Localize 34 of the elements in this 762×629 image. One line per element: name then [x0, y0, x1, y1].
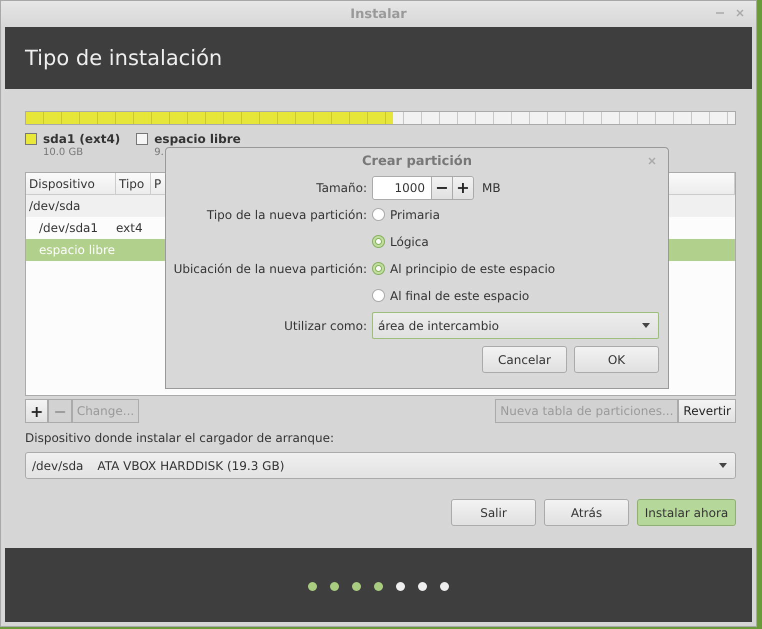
use-as-dropdown[interactable]: área de intercambio: [372, 312, 659, 339]
table-cell-text: /dev/sda: [28, 199, 82, 213]
page-title: Tipo de instalación: [25, 46, 222, 70]
type-label: Tipo de la nueva partición:: [206, 208, 367, 222]
legend-size: 10.0 GB: [43, 147, 84, 158]
ok-button[interactable]: OK: [574, 346, 659, 373]
radio-option[interactable]: Al final de este espacio: [372, 288, 659, 302]
revert-button[interactable]: Revertir: [678, 399, 736, 423]
table-cell-text: ext4: [116, 221, 144, 235]
use-as-label: Utilizar como:: [283, 318, 367, 332]
size-unit: MB: [482, 180, 501, 194]
back-button[interactable]: Atrás: [544, 499, 629, 526]
bootloader-label: Dispositivo donde instalar el cargador de arranque:: [25, 431, 336, 445]
radio-option[interactable]: Al principio de este espacio: [372, 262, 659, 276]
close-icon[interactable]: [648, 157, 656, 165]
table-cell-text: /dev/sda1: [38, 221, 100, 235]
legend-size: 9.: [154, 147, 165, 158]
close-icon[interactable]: [736, 9, 744, 17]
caret-icon: [719, 463, 727, 468]
cancel-button[interactable]: Cancelar: [482, 346, 567, 373]
quit-button[interactable]: Salir: [451, 499, 536, 526]
location-label: Ubicación de la nueva partición:: [172, 262, 367, 276]
bootloader-dropdown[interactable]: /dev/sda ATA VBOX HARDDISK (19.3 GB): [25, 452, 736, 479]
caret-icon: [642, 323, 650, 328]
dialog-title: Crear partición: [362, 154, 472, 168]
legend-label: sda1 (ext4): [43, 132, 120, 146]
window-title: Instalar: [350, 6, 407, 22]
add-button[interactable]: +: [25, 399, 48, 423]
radio-option[interactable]: Primaria: [372, 208, 659, 222]
radio-option[interactable]: Lógica: [372, 234, 659, 248]
legend-label: espacio libre: [154, 132, 241, 146]
install-button[interactable]: Instalar ahora: [637, 499, 736, 526]
table-cell-text: espacio libre: [38, 243, 116, 257]
size-label: Tamaño:: [315, 180, 367, 194]
